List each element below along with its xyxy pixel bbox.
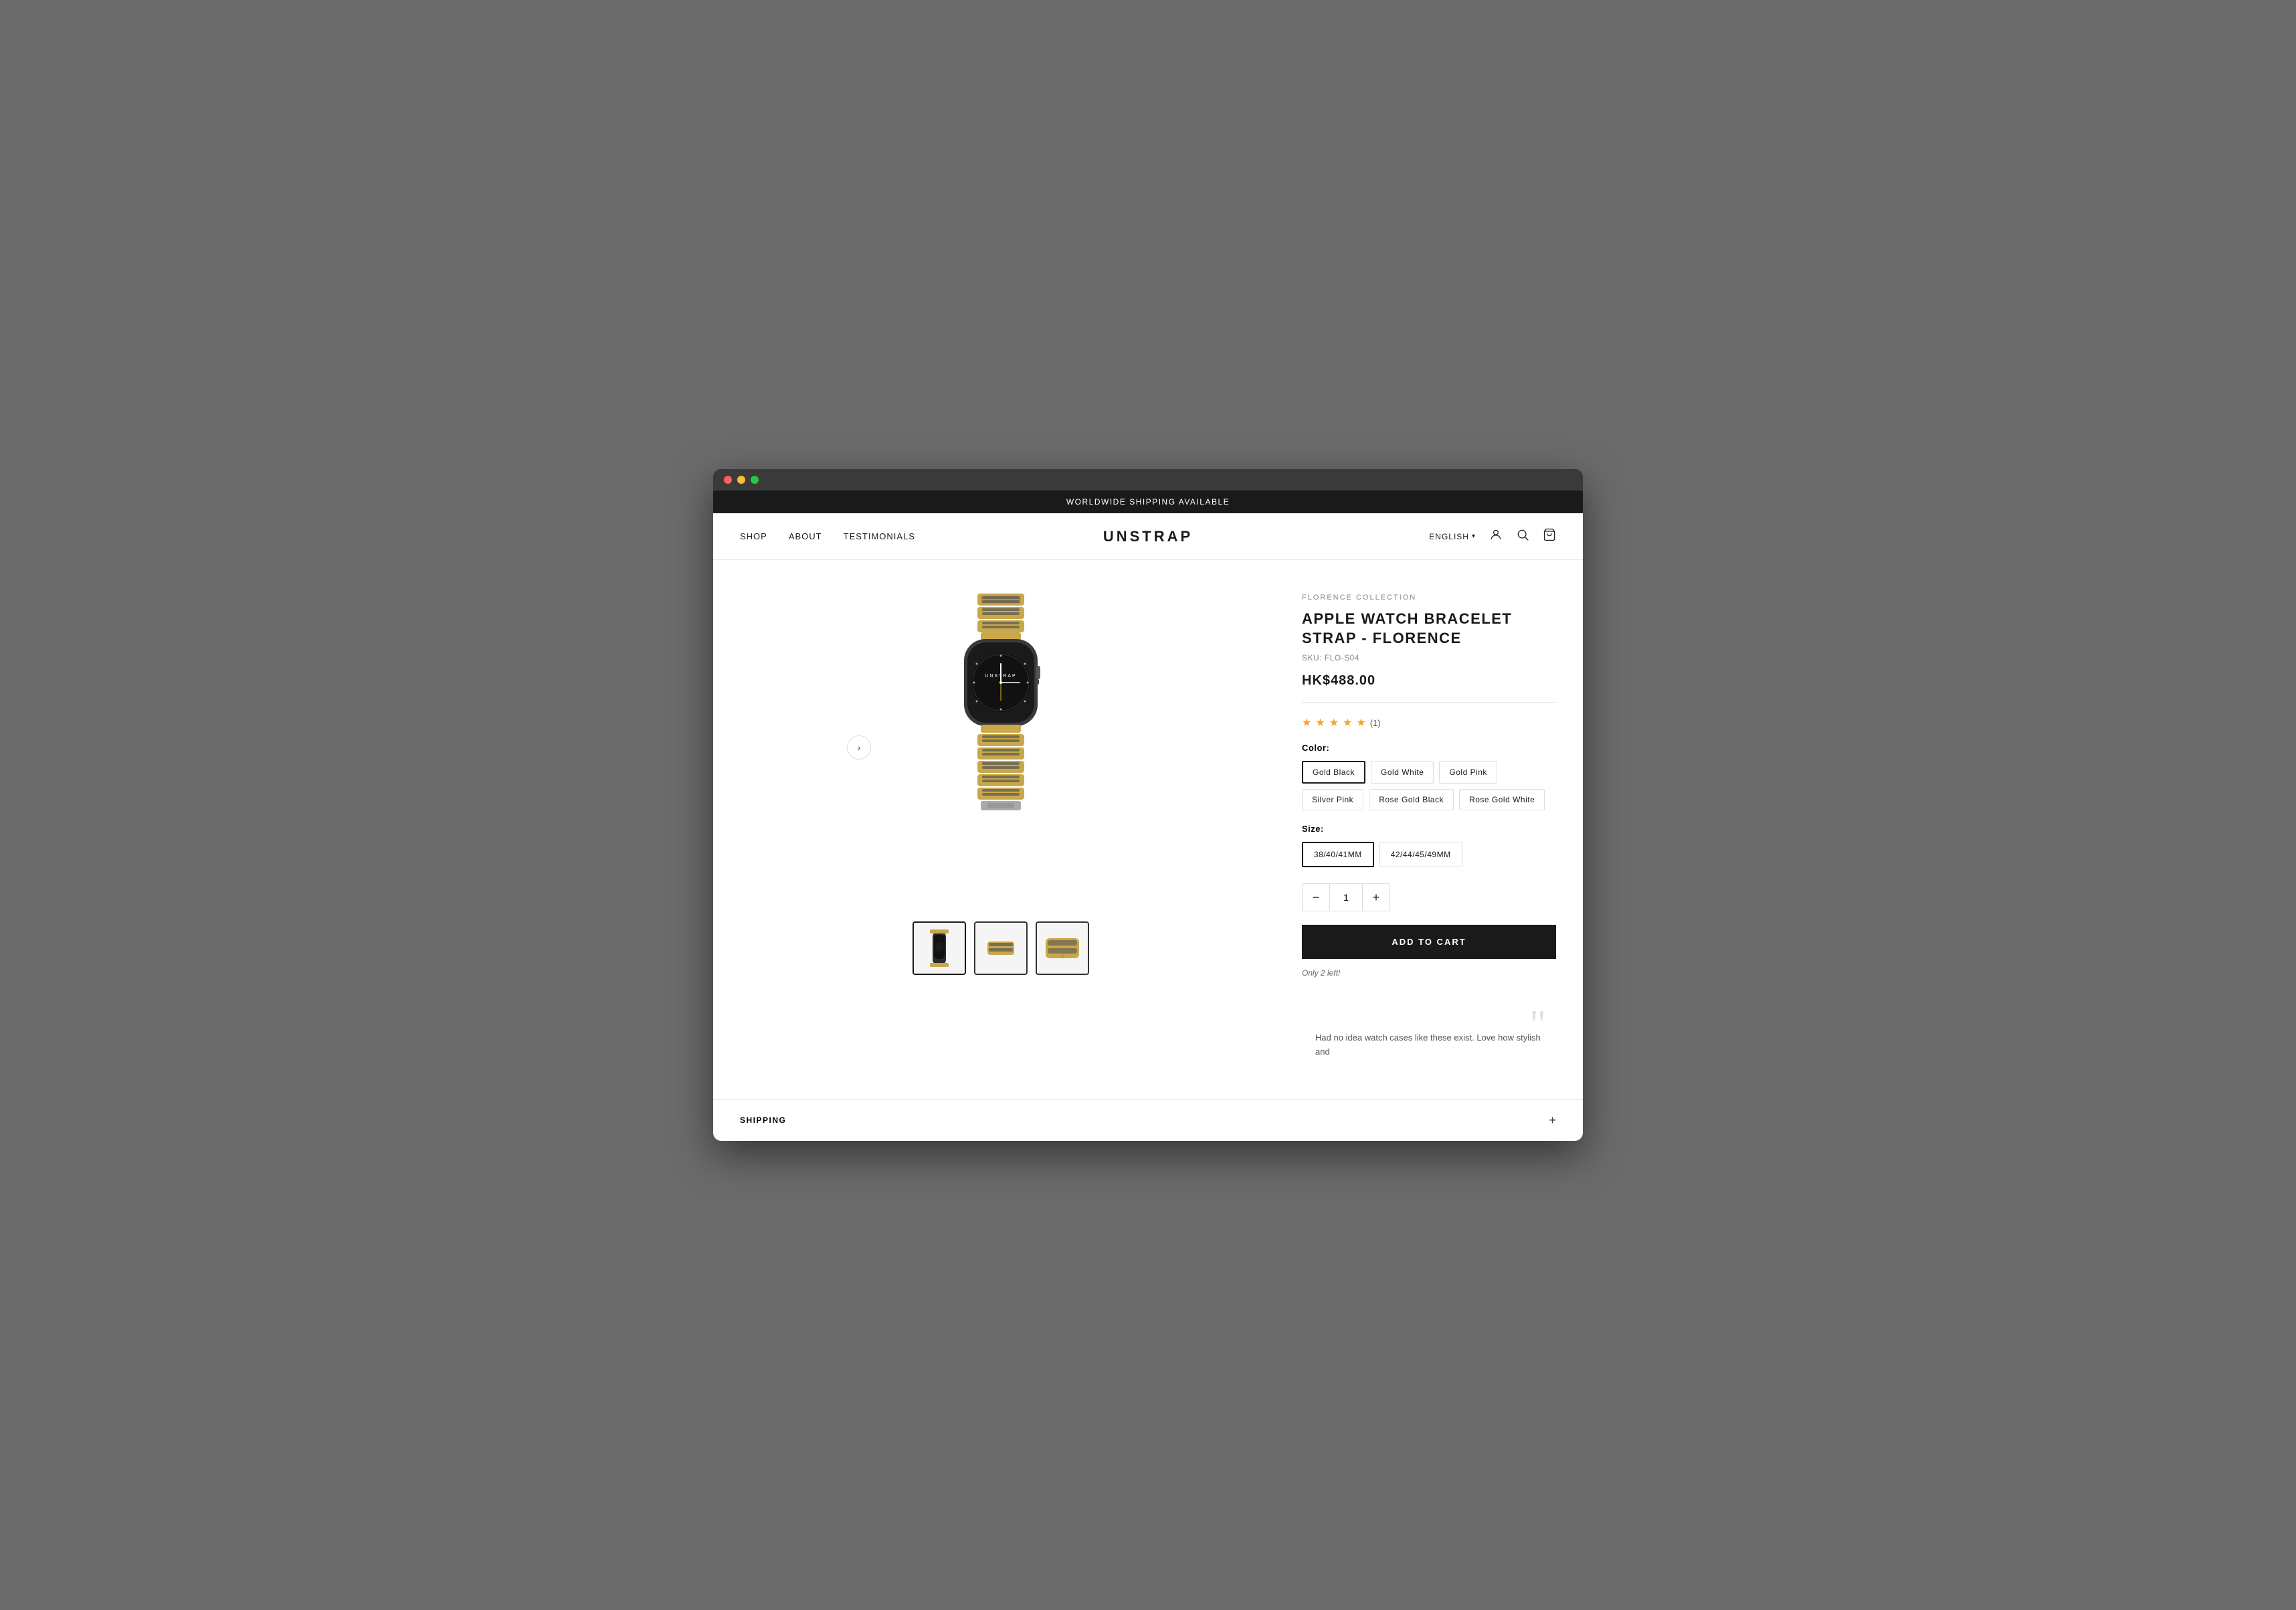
- size-42-49[interactable]: 42/44/45/49MM: [1379, 842, 1462, 867]
- product-sku: SKU: FLO-S04: [1302, 653, 1556, 662]
- quantity-decrease-button[interactable]: −: [1303, 884, 1329, 911]
- shipping-section[interactable]: SHIPPING +: [713, 1099, 1583, 1141]
- thumbnail-1[interactable]: [913, 921, 966, 975]
- thumbnail-watch-icon: [919, 928, 959, 968]
- star-1: ★: [1302, 716, 1311, 729]
- color-gold-white[interactable]: Gold White: [1371, 761, 1434, 784]
- thumbnail-list: D: [913, 921, 1089, 975]
- color-option-label: Color:: [1302, 743, 1556, 753]
- thumbnail-2[interactable]: [974, 921, 1028, 975]
- browser-frame: WORLDWIDE SHIPPING AVAILABLE SHOP ABOUT …: [713, 469, 1583, 1141]
- browser-chrome: [713, 469, 1583, 490]
- shipping-label: SHIPPING: [740, 1115, 786, 1125]
- header-right: ENGLISH ▾: [1429, 528, 1556, 545]
- search-icon[interactable]: [1516, 528, 1529, 545]
- product-title: APPLE WATCH BRACELET STRAP - FLORENCE: [1302, 610, 1556, 648]
- color-options: Gold Black Gold White Gold Pink Silver P…: [1302, 761, 1556, 810]
- rating-stars: ★ ★ ★ ★ ★ (1): [1302, 716, 1556, 729]
- announcement-bar: WORLDWIDE SHIPPING AVAILABLE: [713, 490, 1583, 513]
- language-selector[interactable]: ENGLISH ▾: [1429, 532, 1476, 541]
- language-label: ENGLISH: [1429, 532, 1469, 541]
- header: SHOP ABOUT TESTIMONIALS UNSTRAP ENGLISH …: [713, 513, 1583, 560]
- product-main-image: UNSTRAP: [840, 587, 1161, 908]
- nav-testimonials[interactable]: TESTIMONIALS: [844, 531, 915, 541]
- star-5: ★: [1356, 716, 1365, 729]
- thumbnail-3[interactable]: D: [1036, 921, 1089, 975]
- product-gallery: ›: [740, 587, 1262, 1073]
- star-2: ★: [1315, 716, 1325, 729]
- size-option-label: Size:: [1302, 824, 1556, 834]
- nav-shop[interactable]: SHOP: [740, 531, 767, 541]
- color-gold-pink[interactable]: Gold Pink: [1439, 761, 1497, 784]
- cart-icon[interactable]: [1543, 528, 1556, 545]
- main-image-container: ›: [840, 587, 1161, 908]
- testimonial-area: " Had no idea watch cases like these exi…: [1302, 991, 1556, 1073]
- site-logo[interactable]: UNSTRAP: [1103, 528, 1193, 545]
- main-content: ›: [713, 560, 1583, 1099]
- main-nav: SHOP ABOUT TESTIMONIALS: [740, 531, 915, 541]
- color-rose-gold-black[interactable]: Rose Gold Black: [1369, 789, 1454, 810]
- collection-label: FLORENCE COLLECTION: [1302, 594, 1556, 602]
- testimonial-text: Had no idea watch cases like these exist…: [1315, 1031, 1543, 1059]
- stock-notice: Only 2 left!: [1302, 968, 1556, 978]
- page-wrapper: WORLDWIDE SHIPPING AVAILABLE SHOP ABOUT …: [713, 490, 1583, 1141]
- account-icon[interactable]: [1489, 528, 1503, 545]
- color-rose-gold-white[interactable]: Rose Gold White: [1459, 789, 1545, 810]
- svg-text:D: D: [1060, 955, 1064, 960]
- color-silver-pink[interactable]: Silver Pink: [1302, 789, 1363, 810]
- expand-dot[interactable]: [751, 476, 759, 484]
- quantity-selector: − 1 +: [1302, 883, 1390, 911]
- nav-about[interactable]: ABOUT: [789, 531, 822, 541]
- star-3: ★: [1329, 716, 1339, 729]
- size-options: 38/40/41MM 42/44/45/49MM: [1302, 842, 1556, 867]
- quantity-value: 1: [1329, 884, 1363, 911]
- minimize-dot[interactable]: [737, 476, 745, 484]
- divider: [1302, 702, 1556, 703]
- quantity-increase-button[interactable]: +: [1363, 884, 1390, 911]
- review-count[interactable]: (1): [1370, 718, 1381, 728]
- color-gold-black[interactable]: Gold Black: [1302, 761, 1365, 784]
- shipping-expand-icon[interactable]: +: [1549, 1113, 1556, 1128]
- product-info: FLORENCE COLLECTION APPLE WATCH BRACELET…: [1302, 587, 1556, 1073]
- watch-illustration: UNSTRAP: [927, 587, 1074, 908]
- gallery-prev-button[interactable]: ›: [847, 735, 871, 759]
- add-to-cart-button[interactable]: ADD TO CART: [1302, 925, 1556, 959]
- star-4: ★: [1343, 716, 1352, 729]
- product-price: HK$488.00: [1302, 673, 1556, 689]
- thumbnail-band-icon: [981, 928, 1021, 968]
- announcement-text: WORLDWIDE SHIPPING AVAILABLE: [1066, 497, 1230, 507]
- thumbnail-detail-icon: D: [1042, 928, 1082, 968]
- chevron-down-icon: ▾: [1472, 533, 1476, 540]
- close-dot[interactable]: [724, 476, 732, 484]
- size-38-41[interactable]: 38/40/41MM: [1302, 842, 1374, 867]
